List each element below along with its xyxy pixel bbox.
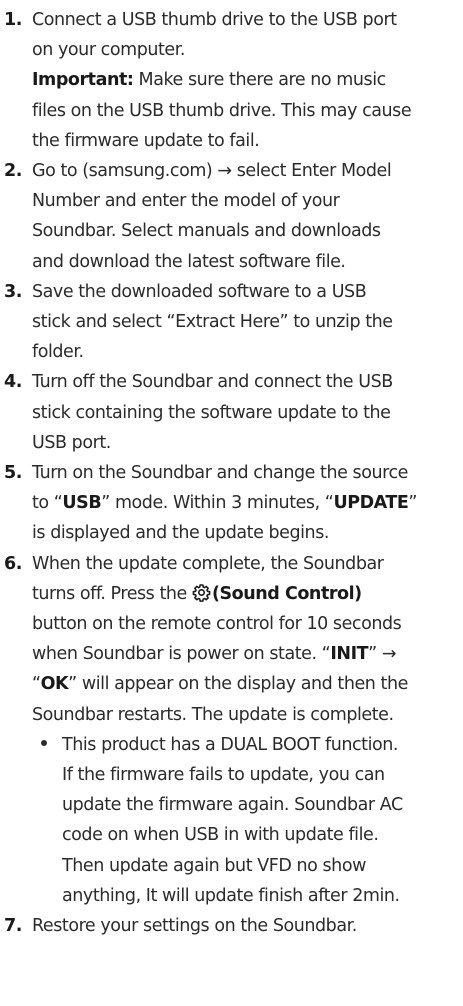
text-run: turns off. Press the: [32, 583, 192, 604]
step-line: Soundbar restarts. The update is complet…: [32, 704, 394, 725]
step-number: 5.: [4, 463, 22, 484]
important-label: Important:: [32, 70, 134, 91]
ok-label: OK: [40, 674, 69, 695]
step-line: stick containing the software update to …: [32, 402, 391, 423]
step-line: button on the remote control for 10 seco…: [32, 614, 402, 635]
bullet-line: This product has a DUAL BOOT function.: [62, 734, 398, 755]
bullet-icon: [41, 730, 62, 760]
step-1: 1. Connect a USB thumb drive to the USB …: [4, 5, 459, 156]
step-line: “OK” will appear on the display and then…: [32, 669, 459, 699]
text-run: “: [32, 674, 41, 695]
note-text: Make sure there are no music: [133, 70, 387, 91]
step-line: stick and select “Extract Here” to unzip…: [32, 312, 393, 333]
bullet-item: This product has a DUAL BOOT function. I…: [32, 730, 459, 911]
step-7: 7. Restore your settings on the Soundbar…: [4, 911, 459, 941]
step-number: 6.: [4, 553, 22, 574]
text-run: ” →: [368, 644, 397, 665]
step-line: Go to (samsung.com) → select Enter Model: [32, 161, 392, 182]
step-number: 2.: [4, 161, 22, 182]
step-line: is displayed and the update begins.: [32, 523, 329, 544]
step-6: 6. When the update complete, the Soundba…: [4, 549, 459, 911]
text-run: ”: [408, 493, 418, 514]
step-line: Connect a USB thumb drive to the USB por…: [32, 10, 397, 30]
step-text: Save the downloaded software to a USB st…: [32, 277, 459, 368]
bullet-line: Then update again but VFD no show: [62, 855, 366, 876]
text-run: to “: [32, 493, 63, 514]
bullet-line: code on when USB in with update file.: [62, 825, 379, 846]
step-text: Turn on the Soundbar and change the sour…: [32, 458, 459, 549]
step-2: 2. Go to (samsung.com) → select Enter Mo…: [4, 156, 459, 277]
step-4: 4. Turn off the Soundbar and connect the…: [4, 367, 459, 458]
step-number: 4.: [4, 372, 22, 393]
step-text: Go to (samsung.com) → select Enter Model…: [32, 156, 459, 277]
text-run: ” will appear on the display and then th…: [68, 674, 408, 695]
step-line: Soundbar. Select manuals and downloads: [32, 221, 381, 242]
step-line: USB port.: [32, 432, 111, 453]
step-line: on your computer.: [32, 40, 185, 61]
step-line: Turn on the Soundbar and change the sour…: [32, 463, 408, 484]
step-text: Connect a USB thumb drive to the USB por…: [32, 5, 459, 156]
step-line: and download the latest software file.: [32, 251, 346, 272]
bullet-line: update the firmware again. Soundbar AC: [62, 795, 403, 816]
important-note: Important: Make sure there are no music: [32, 65, 459, 95]
step-text: When the update complete, the Soundbar t…: [32, 549, 459, 911]
step-text: Turn off the Soundbar and connect the US…: [32, 367, 459, 458]
bullet-line: anything, It will update finish after 2m…: [62, 885, 400, 906]
step-number: 3.: [4, 281, 22, 302]
step-line: Number and enter the model of your: [32, 191, 340, 212]
bullet-text: This product has a DUAL BOOT function. I…: [62, 730, 403, 911]
step-line: to “USB” mode. Within 3 minutes, “UPDATE…: [32, 488, 459, 518]
note-line: files on the USB thumb drive. This may c…: [32, 100, 412, 121]
note-line: the firmware update to fail.: [32, 130, 260, 151]
step-line: Restore your settings on the Soundbar.: [32, 916, 357, 937]
step-number: 1.: [4, 10, 22, 30]
step-line: folder.: [32, 342, 84, 363]
step-line: when Soundbar is power on state. “INIT” …: [32, 639, 459, 669]
step-line: turns off. Press the (Sound Control): [32, 579, 459, 609]
step-line: When the update complete, the Soundbar: [32, 553, 384, 574]
sound-control-label: (Sound Control): [211, 583, 362, 604]
step-5: 5. Turn on the Soundbar and change the s…: [4, 458, 459, 549]
step-line: Turn off the Soundbar and connect the US…: [32, 372, 393, 393]
init-label: INIT: [330, 644, 369, 665]
text-run: when Soundbar is power on state. “: [32, 644, 331, 665]
usb-mode-label: USB: [62, 493, 102, 514]
step-number: 7.: [4, 916, 22, 937]
gear-icon: [192, 582, 211, 602]
instructions-document: 1. Connect a USB thumb drive to the USB …: [0, 0, 463, 1006]
update-display-label: UPDATE: [333, 493, 409, 514]
text-run: ” mode. Within 3 minutes, “: [101, 493, 334, 514]
bullet-line: If the firmware fails to update, you can: [62, 765, 385, 786]
step-3: 3. Save the downloaded software to a USB…: [4, 277, 459, 368]
step-text: Restore your settings on the Soundbar.: [32, 911, 459, 941]
step-line: Save the downloaded software to a USB: [32, 281, 367, 302]
